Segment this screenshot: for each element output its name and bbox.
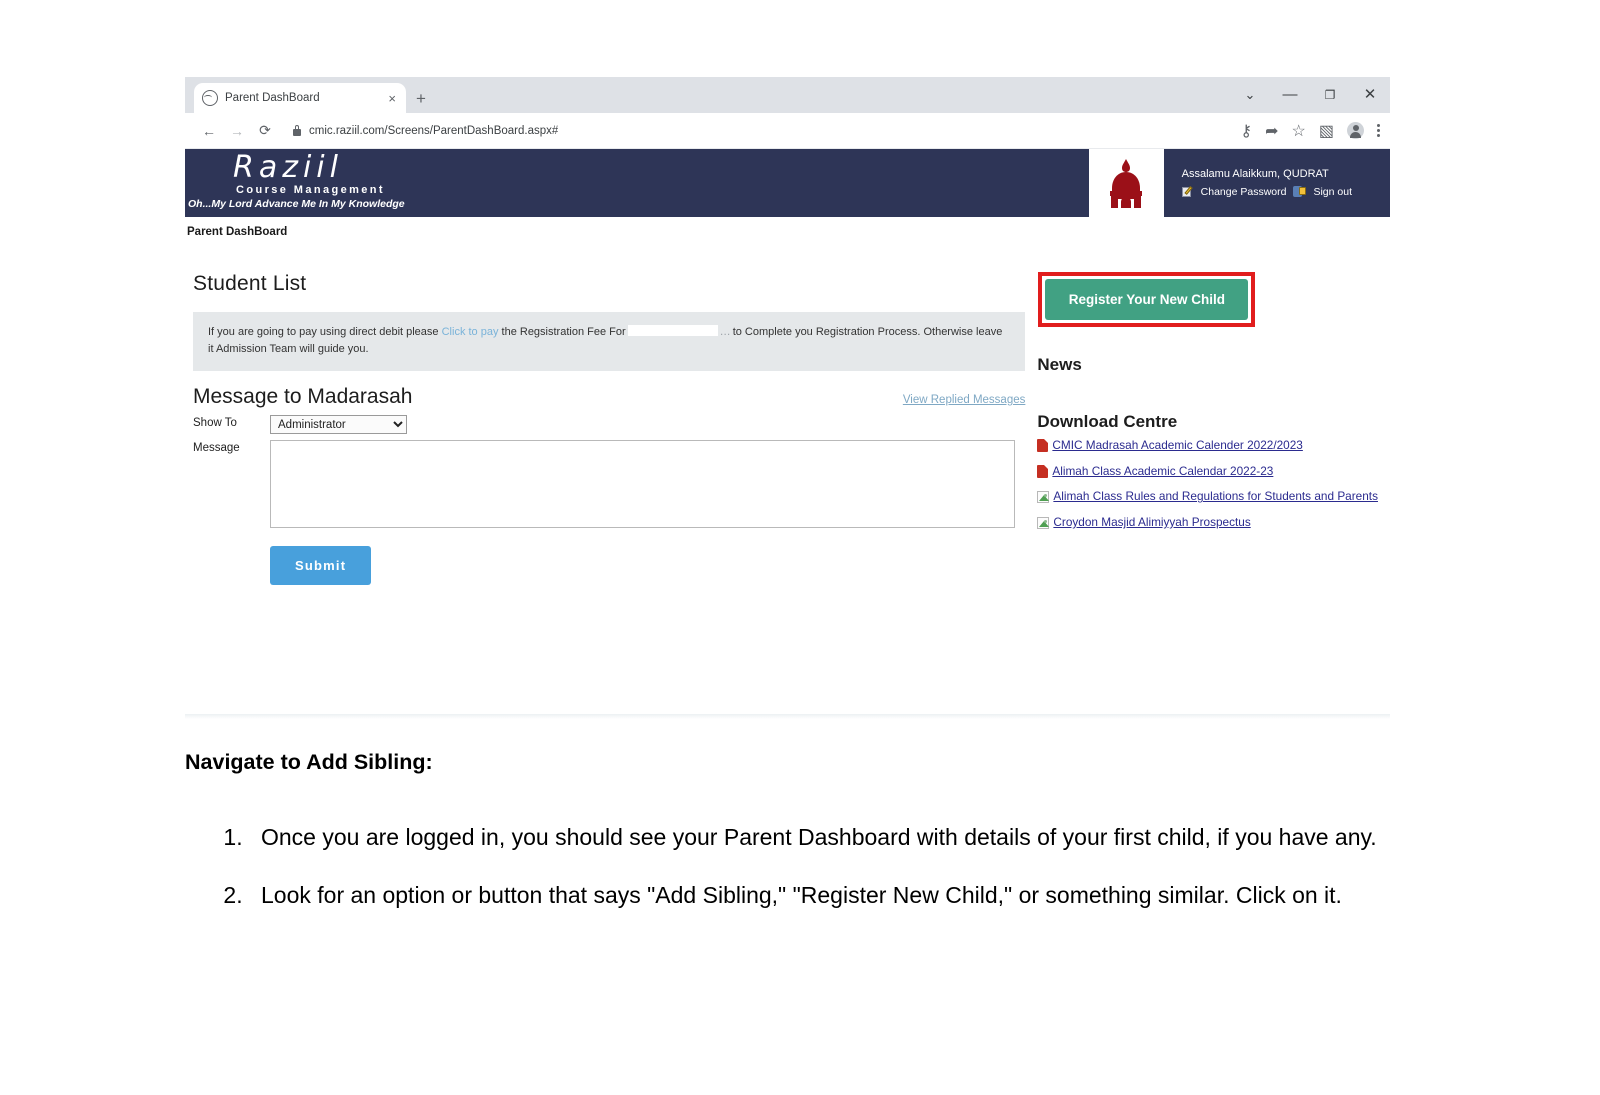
reload-button[interactable]: ⟳ — [251, 122, 279, 139]
greeting-text: Assalamu Alaikkum, QUDRAT — [1181, 168, 1329, 180]
message-section-title: Message to Madarasah — [193, 385, 413, 409]
browser-tab-title: Parent DashBoard — [225, 92, 320, 104]
list-item: Once you are logged in, you should see y… — [249, 809, 1435, 865]
user-links: Change Password Sign out — [1181, 185, 1352, 198]
message-input[interactable] — [270, 440, 1015, 529]
brand-tagline: Oh...My Lord Advance Me In My Knowledge — [188, 198, 405, 210]
app-header: Raziil Course Management Oh...My Lord Ad… — [185, 149, 1390, 217]
profile-avatar-icon[interactable] — [1347, 122, 1364, 139]
address-bar[interactable]: cmic.raziil.com/Screens/ParentDashBoard.… — [279, 124, 1228, 137]
header-right: Assalamu Alaikkum, QUDRAT Change Passwor… — [1088, 149, 1390, 217]
side-panel-icon[interactable]: ▧ — [1319, 121, 1334, 141]
pdf-icon — [1037, 439, 1049, 452]
browser-screenshot: Parent DashBoard × + ⌄ — ❐ ✕ ← → ⟳ cmic.… — [185, 77, 1390, 719]
key-icon[interactable]: ⚷ — [1240, 121, 1252, 141]
broken-image-icon — [1037, 517, 1050, 530]
download-centre-heading: Download Centre — [1037, 412, 1178, 431]
list-item: Look for an option or button that says "… — [249, 867, 1435, 923]
brand-subtitle: Course Management — [236, 184, 385, 196]
pdf-icon — [1037, 464, 1049, 478]
share-icon[interactable]: ➦ — [1265, 121, 1278, 141]
forward-button[interactable]: → — [223, 123, 251, 139]
maximize-window-button[interactable]: ❐ — [1310, 77, 1350, 113]
payment-notice: If you are going to pay using direct deb… — [193, 312, 1026, 372]
click-to-pay-link[interactable]: Click to pay — [442, 326, 499, 338]
main-column: Student List If you are going to pay usi… — [185, 272, 1026, 586]
brand-logo: Raziil — [233, 150, 343, 185]
back-button[interactable]: ← — [195, 123, 223, 139]
edit-pencil-icon — [1181, 186, 1194, 198]
news-heading: News — [1037, 355, 1082, 374]
screenshot-bottom-edge — [185, 714, 1390, 719]
download-link[interactable]: CMIC Madrasah Academic Calender 2022/202… — [1052, 437, 1303, 455]
redacted-student-name — [627, 325, 718, 336]
browser-tab-strip: Parent DashBoard × + ⌄ — ❐ ✕ — [185, 77, 1390, 113]
notice-text-middle: the Regsistration Fee For — [498, 326, 626, 338]
message-row: Message — [193, 440, 1025, 529]
sidebar-column: Register Your New Child News Download Ce… — [1025, 272, 1390, 585]
change-password-link[interactable]: Change Password — [1201, 186, 1287, 198]
browser-tab[interactable]: Parent DashBoard × — [194, 83, 406, 113]
message-label: Message — [193, 442, 240, 455]
sign-out-lock-icon — [1293, 185, 1307, 198]
register-button-highlight: Register Your New Child — [1038, 272, 1256, 327]
download-link[interactable]: Alimah Class Academic Calendar 2022-23 — [1052, 463, 1273, 481]
app-page: Raziil Course Management Oh...My Lord Ad… — [185, 149, 1390, 719]
submit-button[interactable]: Submit — [270, 546, 372, 586]
notice-text-before: If you are going to pay using direct deb… — [208, 326, 442, 338]
globe-favicon-icon — [202, 90, 218, 106]
page-title: Student List — [193, 272, 307, 295]
close-tab-icon[interactable]: × — [386, 92, 398, 105]
window-controls: ⌄ — ❐ ✕ — [1230, 77, 1390, 113]
show-to-row: Show To Administrator — [193, 415, 1025, 435]
document-list: Once you are logged in, you should see y… — [185, 809, 1435, 924]
list-item[interactable]: CMIC Madrasah Academic Calender 2022/202… — [1037, 437, 1390, 455]
show-to-label: Show To — [193, 417, 237, 430]
chevron-down-icon[interactable]: ⌄ — [1230, 77, 1270, 113]
broken-image-icon — [1037, 491, 1050, 504]
download-link[interactable]: Croydon Masjid Alimiyyah Prospectus — [1053, 514, 1250, 532]
new-tab-button[interactable]: + — [416, 90, 426, 107]
toolbar-icons: ⚷ ➦ ☆ ▧ — [1228, 121, 1380, 141]
view-replied-messages-link[interactable]: View Replied Messages — [903, 394, 1026, 406]
brand-block: Raziil Course Management Oh...My Lord Ad… — [185, 149, 608, 217]
close-window-button[interactable]: ✕ — [1350, 77, 1390, 113]
download-link[interactable]: Alimah Class Rules and Regulations for S… — [1053, 488, 1378, 506]
lock-icon — [293, 124, 301, 136]
bookmark-star-icon[interactable]: ☆ — [1292, 121, 1306, 141]
document-heading: Navigate to Add Sibling: — [185, 750, 433, 774]
address-bar-url: cmic.raziil.com/Screens/ParentDashBoard.… — [309, 124, 559, 137]
list-item[interactable]: Alimah Class Academic Calendar 2022-23 — [1037, 463, 1390, 481]
list-item[interactable]: Croydon Masjid Alimiyyah Prospectus — [1037, 514, 1390, 532]
document-text: Navigate to Add Sibling: Once you are lo… — [185, 750, 1435, 926]
browser-toolbar: ← → ⟳ cmic.raziil.com/Screens/ParentDash… — [185, 113, 1390, 149]
minimize-window-button[interactable]: — — [1270, 77, 1310, 113]
register-new-child-button[interactable]: Register Your New Child — [1045, 279, 1249, 320]
user-block: Assalamu Alaikkum, QUDRAT Change Passwor… — [1164, 149, 1390, 217]
notice-redacted-tail: … — [719, 326, 731, 338]
message-section-header: Message to Madarasah View Replied Messag… — [193, 385, 1025, 409]
mosque-logo-icon — [1088, 149, 1164, 217]
submit-row: Submit — [193, 528, 1025, 586]
breadcrumb: Parent DashBoard — [187, 226, 288, 238]
browser-menu-icon[interactable] — [1377, 124, 1380, 137]
page-body: Student List If you are going to pay usi… — [185, 238, 1390, 586]
show-to-select[interactable]: Administrator — [270, 415, 407, 435]
list-item[interactable]: Alimah Class Rules and Regulations for S… — [1037, 488, 1390, 506]
sign-out-link[interactable]: Sign out — [1313, 186, 1352, 198]
